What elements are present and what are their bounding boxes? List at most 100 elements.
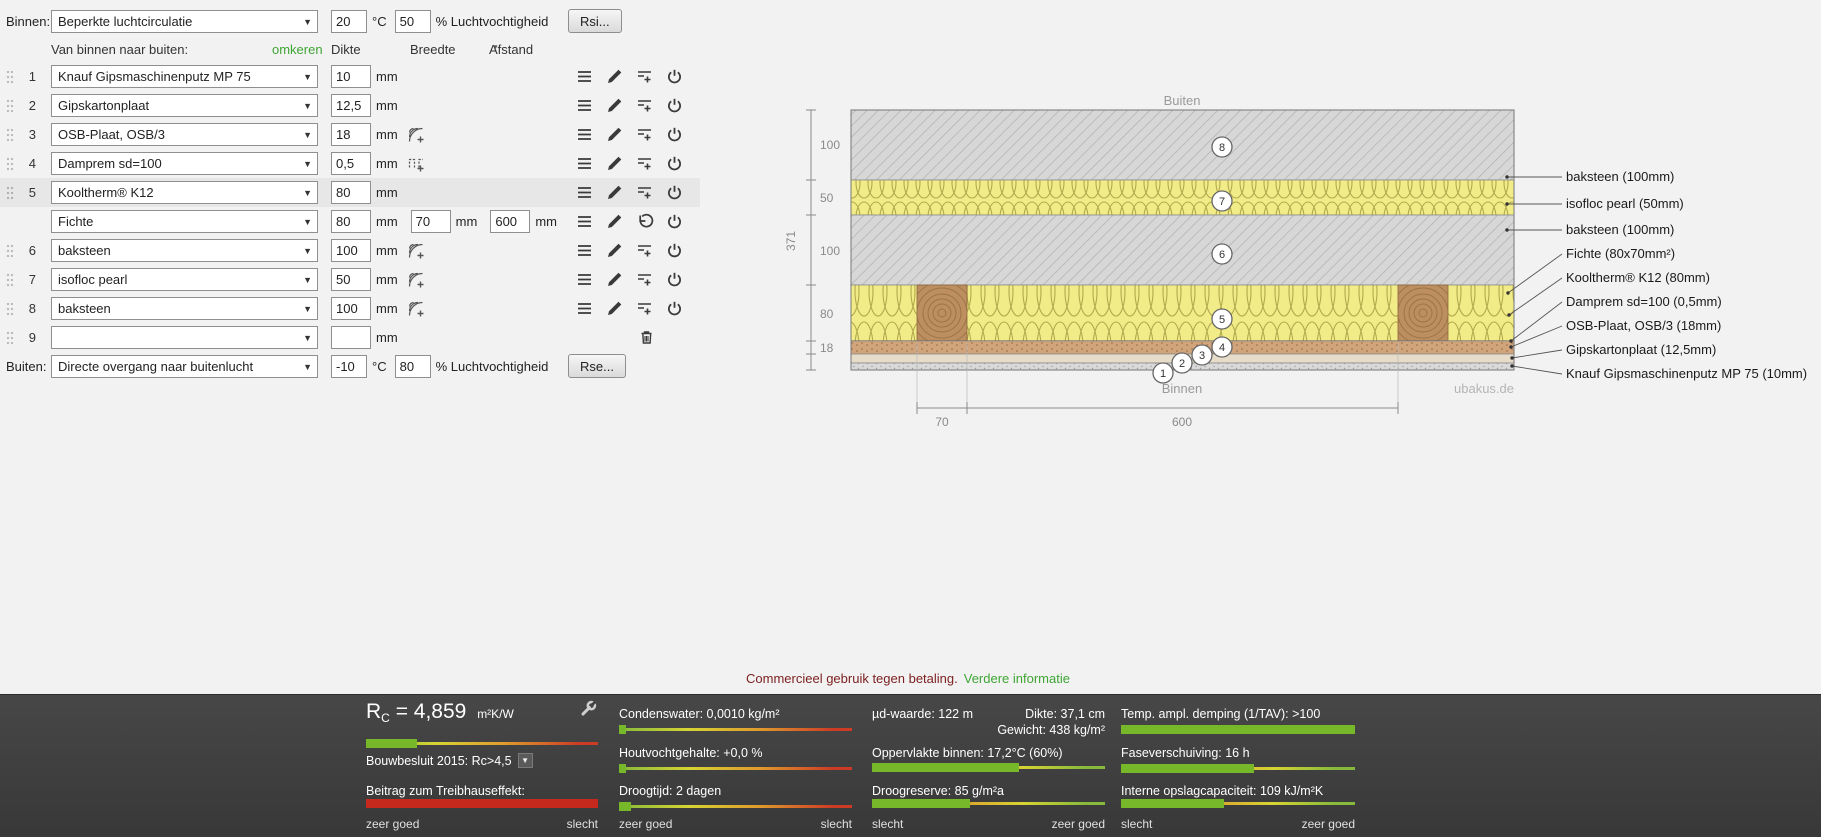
layer-marker[interactable]: 2 (1171, 352, 1193, 374)
toggle-layer-icon[interactable] (665, 270, 684, 289)
thickness-input[interactable] (331, 181, 371, 204)
wood-stud[interactable] (911, 282, 973, 344)
drag-handle-icon[interactable] (0, 330, 16, 346)
thickness-input[interactable] (331, 65, 371, 88)
bouwbesluit-dropdown[interactable]: ▼ (517, 753, 533, 768)
outside-humidity-input[interactable] (394, 355, 431, 378)
edit-layer-icon[interactable] (605, 154, 624, 173)
wood-stud[interactable] (1392, 282, 1454, 344)
toggle-layer-icon[interactable] (665, 212, 684, 231)
delete-layer-icon[interactable] (637, 328, 656, 347)
inside-temperature-input[interactable] (331, 10, 367, 33)
edit-layer-icon[interactable] (605, 96, 624, 115)
layer-menu-icon[interactable] (575, 299, 594, 318)
layer-menu-icon[interactable] (575, 212, 594, 231)
undo-icon[interactable] (635, 212, 654, 231)
inside-surface-select[interactable]: Beperkte luchtcirculatie ▼ (51, 10, 318, 33)
insert-layer-icon[interactable] (635, 299, 654, 318)
layer-menu-icon[interactable] (575, 270, 594, 289)
thickness-input[interactable] (331, 326, 371, 349)
thickness-input[interactable] (331, 123, 371, 146)
layer-marker[interactable]: 6 (1211, 243, 1233, 265)
layer-baksteen-inner[interactable] (850, 214, 1515, 286)
stud-thickness-input[interactable] (331, 210, 371, 233)
more-info-link[interactable]: Verdere informatie (964, 671, 1070, 686)
material-select[interactable]: Damprem sd=100 ▼ (51, 152, 318, 175)
drag-handle-icon[interactable] (0, 243, 16, 259)
insert-layer-icon[interactable] (635, 125, 654, 144)
insert-layer-icon[interactable] (635, 96, 654, 115)
reverse-link[interactable]: omkeren (272, 42, 323, 57)
insert-layer-icon[interactable] (635, 67, 654, 86)
toggle-layer-icon[interactable] (665, 183, 684, 202)
layer-menu-icon[interactable] (575, 96, 594, 115)
edit-layer-icon[interactable] (605, 241, 624, 260)
thickness-input[interactable] (331, 94, 371, 117)
layer-isofloc-pearl[interactable] (850, 179, 1515, 216)
edit-layer-icon[interactable] (605, 270, 624, 289)
material-select[interactable]: isofloc pearl ▼ (51, 268, 318, 291)
insert-layer-icon[interactable] (635, 270, 654, 289)
stud-distance-input[interactable] (490, 210, 531, 233)
drag-handle-icon[interactable] (0, 98, 16, 114)
outside-surface-select[interactable]: Directe overgang naar buitenlucht ▼ (51, 355, 318, 378)
thickness-input[interactable] (331, 152, 371, 175)
foil-texture-icon[interactable] (406, 154, 426, 174)
layer-marker[interactable]: 5 (1211, 308, 1233, 330)
inside-humidity-input[interactable] (394, 10, 431, 33)
wood-grain-texture-icon[interactable] (406, 125, 426, 145)
wood-grain-texture-icon[interactable] (406, 299, 426, 319)
layer-menu-icon[interactable] (575, 154, 594, 173)
material-select[interactable]: Knauf Gipsmaschinenputz MP 75 ▼ (51, 65, 318, 88)
toggle-layer-icon[interactable] (665, 154, 684, 173)
drag-handle-icon[interactable] (0, 127, 16, 143)
material-select[interactable]: Gipskartonplaat ▼ (51, 94, 318, 117)
stud-width-input[interactable] (410, 210, 451, 233)
layer-menu-icon[interactable] (575, 67, 594, 86)
wood-grain-texture-icon[interactable] (406, 270, 426, 290)
layer-menu-icon[interactable] (575, 183, 594, 202)
rse-button[interactable]: Rse... (568, 354, 626, 378)
insert-layer-icon[interactable] (635, 154, 654, 173)
insert-layer-icon[interactable] (635, 241, 654, 260)
edit-layer-icon[interactable] (605, 125, 624, 144)
layer-menu-icon[interactable] (575, 125, 594, 144)
edit-layer-icon[interactable] (605, 299, 624, 318)
drag-handle-icon[interactable] (0, 69, 16, 85)
drag-handle-icon[interactable] (0, 301, 16, 317)
thickness-input[interactable] (331, 297, 371, 320)
layer-marker[interactable]: 8 (1211, 136, 1233, 158)
drag-handle-icon[interactable] (0, 156, 16, 172)
layer-marker[interactable]: 3 (1191, 344, 1213, 366)
thickness-input[interactable] (331, 268, 371, 291)
outside-temperature-input[interactable] (331, 355, 367, 378)
drag-handle-icon[interactable] (0, 185, 16, 201)
toggle-layer-icon[interactable] (665, 67, 684, 86)
layer-marker[interactable]: 1 (1152, 362, 1174, 384)
material-select[interactable]: Kooltherm® K12 ▼ (51, 181, 318, 204)
layer-marker[interactable]: 7 (1211, 190, 1233, 212)
thickness-input[interactable] (331, 239, 371, 262)
material-select[interactable]: ▼ (51, 326, 318, 349)
material-select[interactable]: baksteen ▼ (51, 239, 318, 262)
toggle-layer-icon[interactable] (665, 299, 684, 318)
toggle-layer-icon[interactable] (665, 241, 684, 260)
layer-baksteen-outer[interactable] (850, 109, 1515, 181)
layer-marker[interactable]: 4 (1211, 336, 1233, 358)
wood-grain-texture-icon[interactable] (406, 241, 426, 261)
edit-layer-icon[interactable] (605, 183, 624, 202)
material-select[interactable]: baksteen ▼ (51, 297, 318, 320)
layer-osb[interactable] (850, 340, 1515, 355)
edit-layer-icon[interactable] (605, 67, 624, 86)
insert-layer-icon[interactable] (635, 183, 654, 202)
material-select[interactable]: OSB-Plaat, OSB/3 ▼ (51, 123, 318, 146)
toggle-layer-icon[interactable] (665, 125, 684, 144)
drag-handle-icon[interactable] (0, 272, 16, 288)
rsi-button[interactable]: Rsi... (568, 9, 622, 33)
rc-value: RC = 4,859 m²K/W (366, 700, 514, 725)
edit-layer-icon[interactable] (605, 212, 624, 231)
layer-menu-icon[interactable] (575, 241, 594, 260)
stud-material-select[interactable]: Fichte ▼ (51, 210, 318, 233)
wrench-icon[interactable] (577, 699, 598, 720)
toggle-layer-icon[interactable] (665, 96, 684, 115)
